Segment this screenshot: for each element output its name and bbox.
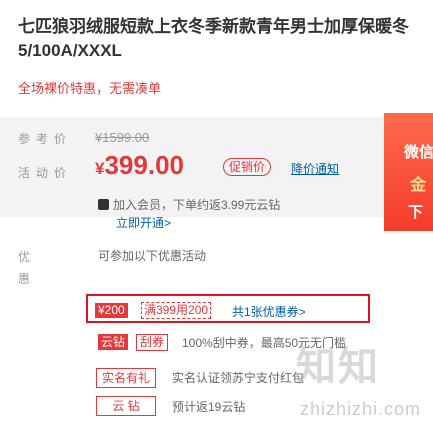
- product-title-line2: 5/100A/XXXL: [18, 41, 122, 60]
- discount-label-2: 惠: [18, 272, 31, 286]
- side-promo-banner[interactable]: 微信 金 下: [384, 113, 433, 231]
- discount-hint: 可参加以下优惠活动: [98, 249, 207, 263]
- ref-price: ¥1599.00: [95, 130, 150, 145]
- act-price-label: 活动价: [18, 166, 73, 180]
- promo-price-tag: 促销价: [223, 158, 272, 176]
- watermark-logo: 知知: [296, 345, 380, 389]
- yunzuan-tag: 云钻: [98, 334, 129, 350]
- promo-slogan: 全场裸价特惠，无需凑单: [18, 81, 162, 96]
- banner-line3: 下: [408, 204, 424, 221]
- discount-label-1: 优: [18, 250, 31, 264]
- price-drop-notify-link[interactable]: 降价通知: [291, 160, 339, 177]
- act-price: ¥399.00: [95, 150, 184, 181]
- coupon-value-badge[interactable]: ¥200: [95, 303, 128, 318]
- coupon-rule[interactable]: 满399用200: [141, 302, 212, 319]
- member-text: 加入会员，下单约返3.99元云钻: [113, 198, 281, 212]
- realname-gift-text[interactable]: 实名认证领苏宁支付红包: [172, 369, 304, 386]
- member-icon: [98, 199, 109, 210]
- yunzuan-return-text: 预计返19云钻: [172, 400, 246, 414]
- product-title: 七匹狼羽绒服短款上衣冬季新款青年男士加厚保暖冬 5/100A/XXXL: [18, 15, 433, 63]
- act-price-value: 399.00: [104, 150, 184, 180]
- coupon-highlight-frame: [86, 294, 370, 323]
- banner-line1: 微信: [404, 144, 433, 161]
- open-membership-link[interactable]: 立即开通>: [116, 214, 171, 231]
- realname-gift-tag: 实名有礼: [96, 368, 156, 388]
- member-benefit: 加入会员，下单约返3.99元云钻: [98, 196, 280, 213]
- scratch-coupon-tag: 刮券: [136, 334, 169, 351]
- ref-price-label: 参考价: [18, 132, 73, 146]
- yunzuan-box-tag: 云 钻: [96, 396, 156, 416]
- coupon-list-link[interactable]: 共1张优惠券>: [232, 303, 306, 320]
- product-title-line1: 七匹狼羽绒服短款上衣冬季新款青年男士加厚保暖冬: [18, 17, 409, 36]
- banner-line2: 金: [410, 177, 427, 194]
- watermark-url: zhizhizhi.com: [300, 399, 422, 419]
